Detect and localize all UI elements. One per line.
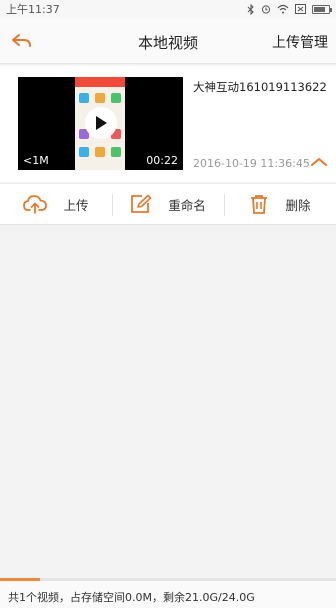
- video-duration: 00:22: [146, 154, 178, 167]
- storage-footer: 共1个视频，占存储空间0.0M，剩余21.0G/24.0G: [0, 578, 336, 608]
- no-sim-icon: [295, 4, 306, 14]
- delete-button[interactable]: 删除: [224, 184, 336, 224]
- battery-icon: [312, 4, 332, 14]
- upload-manage-button[interactable]: 上传管理: [272, 32, 328, 52]
- alarm-icon: [261, 5, 271, 14]
- bluetooth-icon: [247, 3, 254, 15]
- wifi-icon: [277, 4, 289, 14]
- edit-icon: [131, 194, 152, 213]
- storage-summary: 共1个视频，占存储空间0.0M，剩余21.0G/24.0G: [8, 591, 255, 604]
- video-thumbnail[interactable]: <1M 00:22: [18, 77, 183, 170]
- video-name: 大神互动161019113622: [193, 80, 327, 94]
- video-card[interactable]: <1M 00:22 大神互动161019113622 2016-10-19 11…: [0, 66, 336, 182]
- delete-label: 删除: [285, 197, 311, 213]
- video-date: 2016-10-19 11:36:45: [193, 157, 310, 170]
- upload-label: 上传: [63, 197, 89, 213]
- cloud-upload-icon: [23, 195, 48, 214]
- title-bar: 本地视频 上传管理: [0, 18, 336, 64]
- chevron-up-icon: [311, 158, 327, 166]
- video-action-bar: 上传 重命名 删除: [0, 183, 336, 225]
- upload-button[interactable]: 上传: [0, 184, 112, 224]
- trash-icon: [251, 195, 268, 214]
- status-icons: [247, 3, 332, 15]
- storage-progress-bar: [0, 578, 336, 581]
- rename-label: 重命名: [168, 197, 206, 213]
- collapse-button[interactable]: [308, 154, 330, 172]
- storage-progress-fill: [0, 578, 41, 581]
- status-time: 上午11:37: [6, 3, 60, 16]
- rename-button[interactable]: 重命名: [112, 184, 224, 224]
- status-bar: 上午11:37: [0, 0, 336, 18]
- play-button[interactable]: [85, 107, 117, 139]
- video-size: <1M: [23, 154, 49, 167]
- play-icon: [96, 116, 107, 130]
